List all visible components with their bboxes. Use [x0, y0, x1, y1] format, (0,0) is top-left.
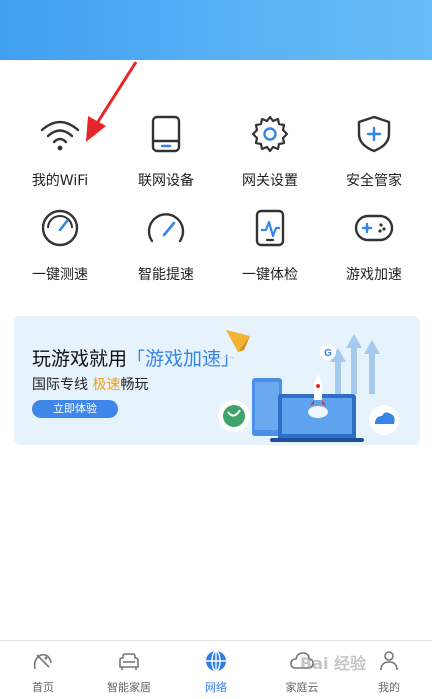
tab-home[interactable]: 首页 [0, 641, 86, 699]
home-satellite-icon [33, 653, 52, 670]
tab-label: 我的 [378, 681, 400, 694]
health-check-icon [255, 209, 285, 247]
gear-icon [251, 115, 289, 153]
device-icon [151, 115, 181, 153]
grid-item-my-wifi[interactable]: 我的WiFi [6, 108, 114, 198]
bottom-tab-bar: 首页 智能家居 网络 家庭云 我的 [0, 640, 432, 699]
watermark: Bai 经验 [300, 654, 367, 673]
top-header [0, 0, 432, 60]
try-now-button[interactable]: 立即体验 [32, 400, 118, 418]
gamepad-icon [354, 214, 394, 242]
grid-item-speed-test[interactable]: 一键测速 [6, 202, 114, 292]
grid-item-label: 一键测速 [32, 267, 88, 283]
banner-subtitle: 国际专线 极速畅玩 [32, 377, 149, 393]
grid-item-game-boost[interactable]: 游戏加速 [320, 202, 428, 292]
grid-item-health-check[interactable]: 一键体检 [216, 202, 324, 292]
grid-item-label: 联网设备 [138, 173, 194, 189]
person-icon [380, 651, 398, 671]
tab-smart-home[interactable]: 智能家居 [86, 641, 172, 699]
tab-label: 家庭云 [285, 681, 319, 694]
speedometer-icon [41, 209, 79, 247]
shield-plus-icon [357, 115, 391, 153]
speed-boost-icon [147, 213, 185, 243]
grid-item-label: 网关设置 [242, 173, 298, 189]
wifi-icon [40, 120, 80, 151]
tab-label: 首页 [32, 681, 54, 694]
banner-illustration: G [207, 330, 399, 442]
grid-item-label: 我的WiFi [31, 173, 89, 189]
grid-item-security-manager[interactable]: 安全管家 [320, 108, 428, 198]
tab-network[interactable]: 网络 [173, 641, 259, 699]
sofa-icon [119, 653, 139, 670]
game-boost-banner[interactable]: 玩游戏就用「游戏加速」 国际专线 极速畅玩 立即体验 G [14, 316, 420, 445]
grid-item-label: 智能提速 [138, 267, 194, 283]
globe-icon [206, 650, 226, 672]
tab-label: 网络 [205, 681, 227, 694]
grid-item-network-devices[interactable]: 联网设备 [112, 108, 220, 198]
grid-item-smart-boost[interactable]: 智能提速 [112, 202, 220, 292]
tab-label: 智能家居 [107, 681, 151, 694]
svg-text:G: G [324, 348, 332, 359]
grid-item-label: 安全管家 [346, 173, 402, 189]
grid-item-label: 游戏加速 [346, 267, 402, 283]
grid-item-label: 一键体检 [242, 267, 298, 283]
grid-item-gateway-settings[interactable]: 网关设置 [216, 108, 324, 198]
